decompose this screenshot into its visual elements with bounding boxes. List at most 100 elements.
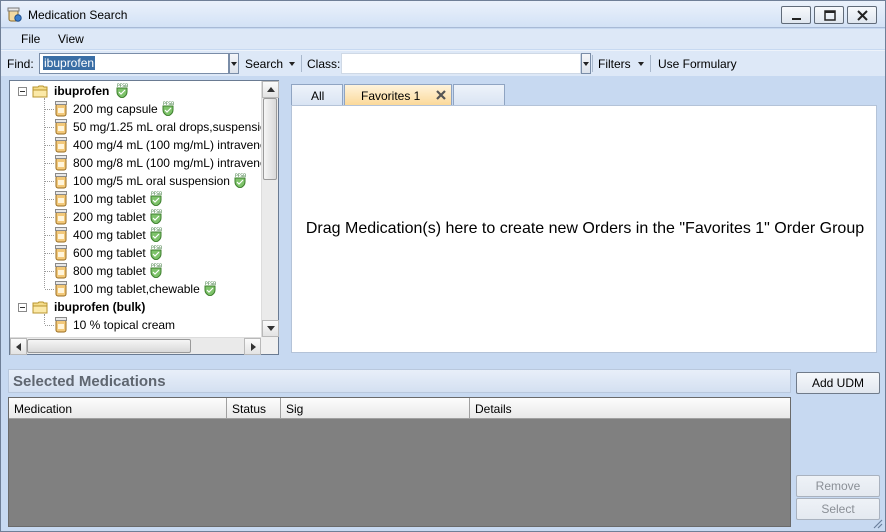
scroll-down-button[interactable] bbox=[262, 320, 279, 337]
use-formulary-button[interactable]: Use Formulary bbox=[658, 57, 737, 71]
scroll-up-button[interactable] bbox=[262, 81, 279, 98]
scroll-thumb[interactable] bbox=[263, 98, 277, 180]
tree-item-label: 800 mg tablet bbox=[73, 264, 146, 278]
toolbar-separator bbox=[650, 55, 651, 72]
search-dropdown-arrow-icon[interactable] bbox=[289, 62, 295, 66]
search-toolbar: Find: ibuprofen Search Class: Filters Us… bbox=[1, 50, 885, 76]
search-button[interactable]: Search bbox=[245, 57, 283, 71]
close-icon bbox=[857, 10, 868, 21]
tree-item-row[interactable]: 100 mg tablet PFSB bbox=[10, 190, 261, 208]
collapse-toggle-icon[interactable] bbox=[18, 303, 27, 312]
tab-all[interactable]: All bbox=[291, 84, 343, 105]
arrow-up-icon bbox=[267, 87, 275, 92]
minimize-button[interactable] bbox=[781, 6, 811, 24]
maximize-icon bbox=[824, 10, 836, 21]
column-sig-label: Sig bbox=[286, 402, 304, 416]
tree-item-row[interactable]: 200 mg capsule PFSB bbox=[10, 100, 261, 118]
tree-guide-line bbox=[45, 325, 54, 326]
tree-item-label: 10 % topical cream bbox=[73, 318, 176, 332]
find-input-value: ibuprofen bbox=[43, 56, 96, 70]
formulary-shield-icon: PFSB bbox=[162, 100, 174, 119]
tree-rows: ibuprofen PFSB 200 mg capsule PFSB 50 mg/1.2… bbox=[10, 81, 261, 337]
selected-medications-header: Selected Medications bbox=[8, 369, 791, 393]
favorites-drop-area[interactable]: Drag Medication(s) here to create new Or… bbox=[291, 105, 877, 353]
tree-group-label: ibuprofen bbox=[54, 84, 110, 98]
close-button[interactable] bbox=[847, 6, 877, 24]
tree-item-row[interactable]: 50 mg/1.25 mL oral drops,suspension bbox=[10, 118, 261, 136]
formulary-shield-icon: PFSB bbox=[150, 244, 162, 263]
column-status-label: Status bbox=[232, 402, 267, 416]
tab-favorites-1-label: Favorites 1 bbox=[361, 89, 421, 103]
tree-item-row[interactable]: 200 mg tablet PFSB bbox=[10, 208, 261, 226]
tree-guide-line bbox=[45, 271, 54, 272]
tree-item-row[interactable]: 800 mg tablet PFSB bbox=[10, 262, 261, 280]
selected-medications-title: Selected Medications bbox=[13, 373, 166, 390]
menu-file[interactable]: File bbox=[21, 32, 40, 46]
remove-button[interactable]: Remove bbox=[796, 475, 880, 497]
maximize-button[interactable] bbox=[814, 6, 844, 24]
column-details-label: Details bbox=[475, 402, 512, 416]
tree-item-label: 800 mg/8 mL (100 mg/mL) intravenous solu… bbox=[73, 156, 261, 170]
menu-view[interactable]: View bbox=[58, 32, 84, 46]
tree-guide-line bbox=[45, 253, 54, 254]
tree-item-row[interactable]: 10 % topical cream bbox=[10, 316, 261, 334]
formulary-shield-icon: PFSB bbox=[150, 262, 162, 281]
tab-favorites-1[interactable]: Favorites 1 bbox=[344, 84, 452, 105]
grid-header: Medication Status Sig Details bbox=[9, 398, 790, 419]
minimize-icon bbox=[792, 18, 801, 20]
arrow-right-icon bbox=[251, 343, 256, 351]
scroll-thumb[interactable] bbox=[27, 339, 191, 353]
tree-item-row[interactable]: 100 mg tablet,chewable PFSB bbox=[10, 280, 261, 298]
toolbar-separator bbox=[301, 55, 302, 72]
filters-dropdown-arrow-icon[interactable] bbox=[638, 62, 644, 66]
tree-group-row[interactable]: ibuprofen PFSB bbox=[10, 82, 261, 100]
tree-item-label: 600 mg tablet bbox=[73, 246, 146, 260]
tree-vertical-scrollbar[interactable] bbox=[261, 81, 279, 337]
filters-button[interactable]: Filters bbox=[598, 57, 631, 71]
tree-group-row[interactable]: ibuprofen (bulk) bbox=[10, 298, 261, 316]
column-sig[interactable]: Sig bbox=[281, 398, 470, 419]
add-udm-button[interactable]: Add UDM bbox=[796, 372, 880, 394]
tree-item-row[interactable]: 100 mg/5 mL oral suspension PFSB bbox=[10, 172, 261, 190]
tree-guide-line bbox=[45, 127, 54, 128]
medication-tree[interactable]: ibuprofen PFSB 200 mg capsule PFSB 50 mg/1.2… bbox=[9, 80, 279, 355]
column-medication[interactable]: Medication bbox=[9, 398, 227, 419]
tab-all-label: All bbox=[311, 89, 325, 103]
scroll-left-button[interactable] bbox=[10, 338, 27, 355]
tree-guide-line bbox=[45, 235, 54, 236]
class-dropdown-button[interactable] bbox=[581, 53, 591, 74]
selected-medications-grid[interactable]: Medication Status Sig Details bbox=[8, 397, 791, 527]
tree-item-row[interactable]: 400 mg tablet PFSB bbox=[10, 226, 261, 244]
formulary-shield-icon: PFSB bbox=[204, 280, 216, 299]
collapse-toggle-icon[interactable] bbox=[18, 87, 27, 96]
toolbar-separator bbox=[592, 55, 593, 72]
tree-item-label: 400 mg tablet bbox=[73, 228, 146, 242]
resize-grip-icon[interactable] bbox=[871, 517, 883, 529]
tree-item-row[interactable]: 400 mg/4 mL (100 mg/mL) intravenous solu… bbox=[10, 136, 261, 154]
column-details[interactable]: Details bbox=[470, 398, 790, 419]
formulary-shield-icon: PFSB bbox=[150, 190, 162, 209]
tree-item-label: 400 mg/4 mL (100 mg/mL) intravenous solu… bbox=[73, 138, 261, 152]
tree-guide-line bbox=[45, 145, 54, 146]
find-input[interactable]: ibuprofen bbox=[39, 53, 229, 74]
tree-item-label: 50 mg/1.25 mL oral drops,suspension bbox=[73, 120, 261, 134]
tree-horizontal-scrollbar[interactable] bbox=[10, 337, 261, 355]
tree-guide-line bbox=[45, 181, 54, 182]
tree-item-label: 200 mg capsule bbox=[73, 102, 158, 116]
find-dropdown-button[interactable] bbox=[229, 53, 239, 74]
folder-icon bbox=[32, 300, 48, 317]
class-input[interactable] bbox=[341, 53, 581, 74]
close-x-icon[interactable] bbox=[436, 90, 446, 100]
tab-new[interactable] bbox=[453, 84, 505, 105]
scroll-corner bbox=[261, 337, 278, 354]
scroll-right-button[interactable] bbox=[244, 338, 261, 355]
select-button[interactable]: Select bbox=[796, 498, 880, 520]
formulary-shield-icon: PFSB bbox=[150, 226, 162, 245]
drop-area-message: Drag Medication(s) here to create new Or… bbox=[305, 220, 865, 237]
medication-bottle-icon bbox=[55, 317, 67, 336]
tree-item-row[interactable]: 600 mg tablet PFSB bbox=[10, 244, 261, 262]
tree-guide-line bbox=[45, 109, 54, 110]
tree-guide-line bbox=[45, 217, 54, 218]
column-status[interactable]: Status bbox=[227, 398, 281, 419]
tree-item-row[interactable]: 800 mg/8 mL (100 mg/mL) intravenous solu… bbox=[10, 154, 261, 172]
